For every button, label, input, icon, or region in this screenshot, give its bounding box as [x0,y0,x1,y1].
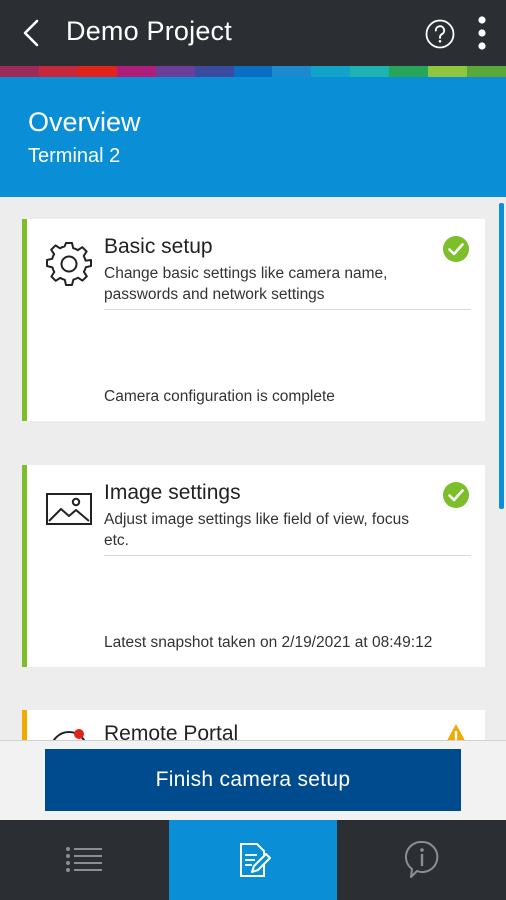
brand-color-segment [38,66,78,77]
check-circle-icon [443,482,469,508]
brand-color-segment [155,66,195,77]
tab-overview[interactable] [168,820,338,900]
card-title: Remote Portal [104,722,239,740]
app-bar: Demo Project [0,0,506,66]
project-title: Demo Project [66,16,232,46]
back-arrow-icon[interactable] [18,18,46,48]
scrollbar[interactable] [499,203,504,509]
card-description: Change basic settings like camera name, … [104,265,388,303]
info-icon [404,840,439,878]
footer-bar: Finish camera setup [0,740,506,821]
brand-color-segment [311,66,351,77]
brand-color-segment [272,66,312,77]
tab-list[interactable] [0,820,169,900]
page-subtitle: Terminal 2 [28,145,121,167]
card-title: Image settings [104,481,241,504]
brand-color-segment [116,66,156,77]
edit-document-icon [240,843,271,877]
more-options-icon[interactable] [472,14,492,54]
card-description: Adjust image settings like field of view… [104,511,409,549]
card-divider [104,309,471,310]
image-icon [46,493,92,525]
gear-icon [46,242,92,286]
help-icon[interactable] [424,18,456,50]
brand-color-segment [0,66,39,77]
finish-camera-setup-button[interactable]: Finish camera setup [45,749,461,811]
card-divider [104,555,471,556]
warning-icon [447,724,465,740]
brand-color-strip [0,66,506,77]
overview-header: Overview Terminal 2 [0,77,506,197]
image-settings-card[interactable]: Image settings Adjust image settings lik… [22,465,485,667]
brand-color-segment [467,66,506,77]
setup-card-list: Basic setup Change basic settings like c… [0,197,506,740]
brand-color-segment [428,66,468,77]
check-circle-icon [443,236,469,262]
brand-color-segment [233,66,273,77]
list-icon [66,847,103,872]
tab-info[interactable] [337,820,506,900]
brand-color-segment [77,66,117,77]
brand-color-segment [350,66,390,77]
card-status: Latest snapshot taken on 2/19/2021 at 08… [104,634,433,651]
remote-portal-icon [52,729,86,740]
brand-color-segment [389,66,429,77]
basic-setup-card[interactable]: Basic setup Change basic settings like c… [22,219,485,421]
card-title: Basic setup [104,235,213,258]
card-status: Camera configuration is complete [104,388,335,405]
remote-portal-card[interactable]: Remote Portal [22,710,485,740]
bottom-navigation [0,820,506,900]
page-title: Overview [28,107,141,137]
brand-color-segment [194,66,234,77]
